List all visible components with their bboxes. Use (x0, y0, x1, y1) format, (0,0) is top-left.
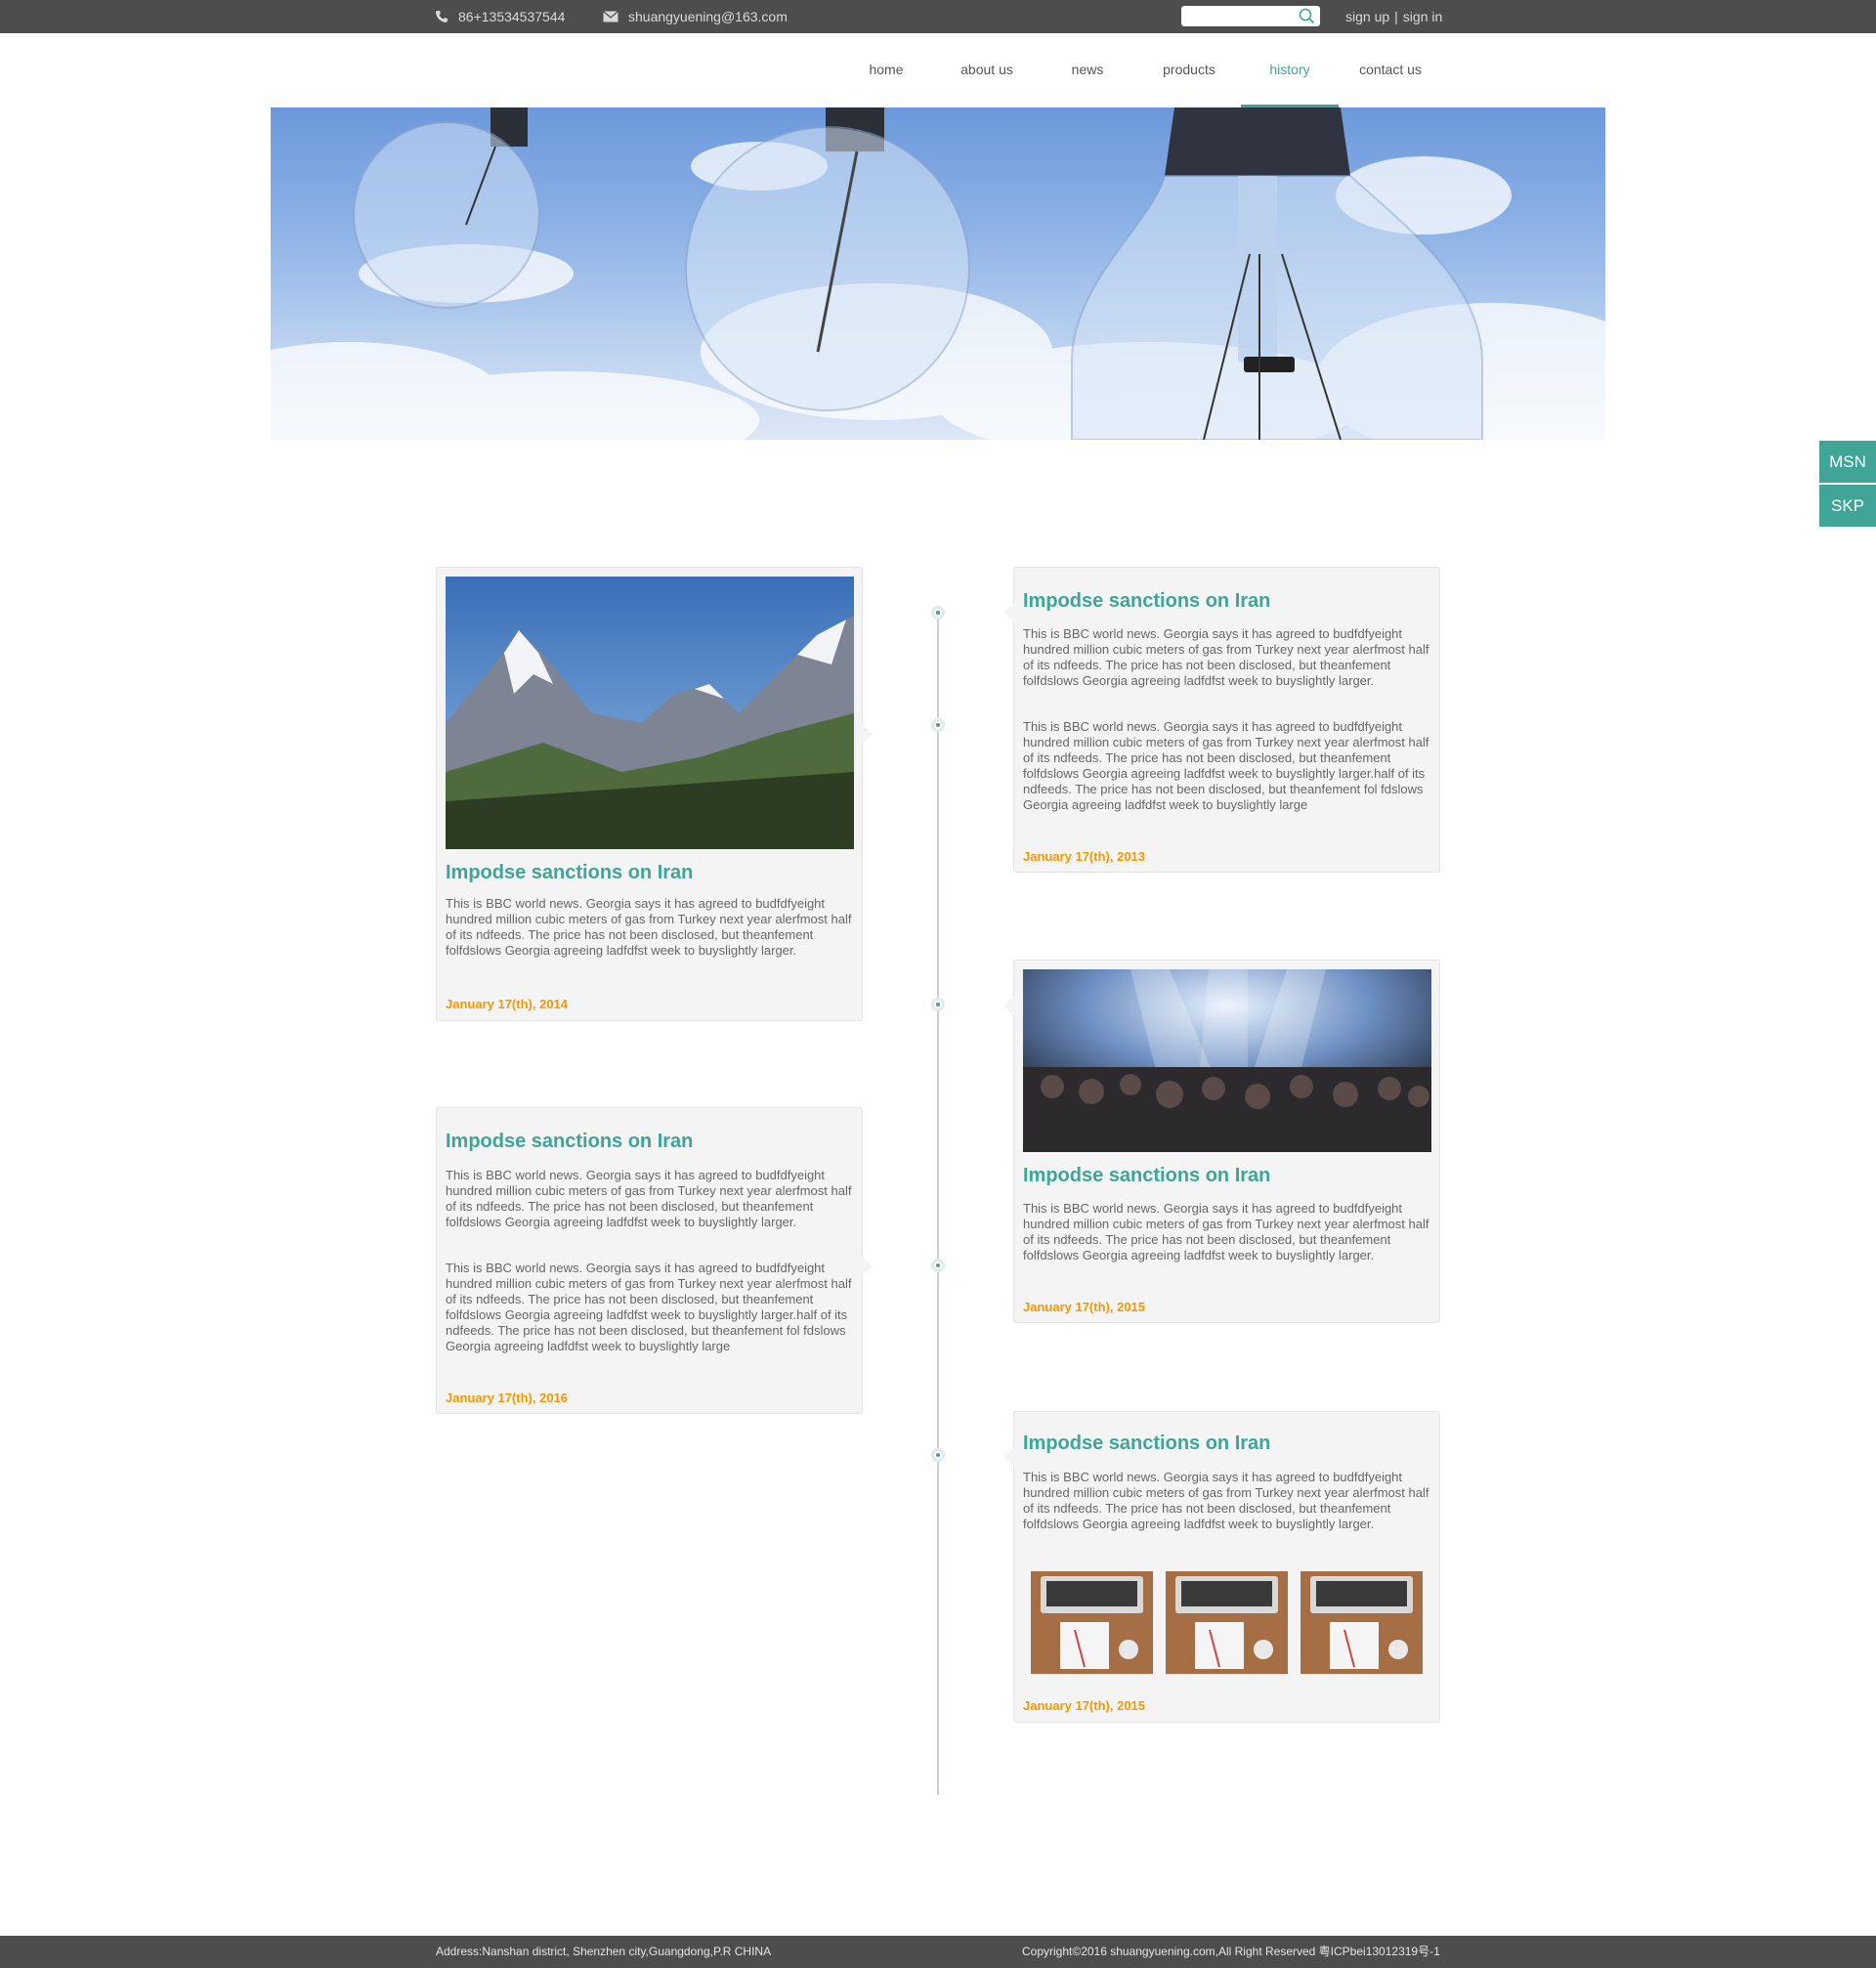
nav-products[interactable]: products (1140, 33, 1238, 107)
timeline-line (937, 613, 939, 1795)
laptop-thumbnail[interactable] (1166, 1571, 1288, 1674)
card-paragraph: This is BBC world news. Georgia says it … (1023, 1470, 1429, 1531)
footer-address: Address:Nanshan district, Shenzhen city,… (436, 1945, 772, 1958)
card-pointer (1003, 603, 1014, 622)
skp-button[interactable]: SKP (1819, 485, 1876, 527)
auth-links: sign up | sign in (1345, 0, 1442, 33)
phone-icon (436, 11, 448, 22)
nav-contact-us[interactable]: contact us (1342, 33, 1439, 107)
card-paragraph: This is BBC world news. Georgia says it … (1023, 626, 1429, 688)
card-pointer (862, 1257, 873, 1276)
search-icon[interactable] (1299, 8, 1315, 24)
nav-history[interactable]: history (1241, 33, 1339, 107)
card-title[interactable]: Impodse sanctions on Iran (1023, 590, 1270, 613)
nav-news[interactable]: news (1039, 33, 1136, 107)
card-paragraph: This is BBC world news. Georgia says it … (1023, 1201, 1429, 1262)
card-date: January 17(th), 2014 (446, 997, 569, 1011)
timeline-card-2014: Impodse sanctions on Iran This is BBC wo… (436, 567, 873, 1021)
card-pointer (1003, 1447, 1014, 1467)
card-paragraph: This is BBC world news. Georgia says it … (446, 896, 852, 958)
nav-about-us[interactable]: about us (938, 33, 1036, 107)
phone-number: 86+13534537544 (458, 9, 566, 24)
card-date: January 17(th), 2016 (446, 1390, 569, 1405)
card-pointer (1003, 996, 1014, 1015)
card-paragraph: This is BBC world news. Georgia says it … (446, 1168, 852, 1229)
msn-button[interactable]: MSN (1819, 441, 1876, 483)
search-input[interactable] (1185, 8, 1297, 26)
timeline-card-2013: Impodse sanctions on Iran This is BBC wo… (1003, 567, 1440, 873)
sign-in-link[interactable]: sign in (1403, 9, 1442, 24)
sign-up-link[interactable]: sign up (1345, 9, 1389, 24)
laptop-thumbnail[interactable] (1300, 1571, 1423, 1674)
timeline-dot (931, 606, 945, 620)
card-date: January 17(th), 2013 (1023, 849, 1146, 864)
timeline-dot (931, 998, 945, 1011)
card-title[interactable]: Impodse sanctions on Iran (1023, 1165, 1270, 1187)
card-date: January 17(th), 2015 (1023, 1300, 1146, 1314)
email-address[interactable]: shuangyuening@163.com (628, 9, 788, 24)
auth-separator: | (1394, 9, 1398, 24)
timeline-dot (931, 1259, 945, 1272)
email-contact: shuangyuening@163.com (603, 0, 788, 33)
timeline-dot (931, 1448, 945, 1462)
footer-copyright: Copyright©2016 shuangyuening.com,All Rig… (1022, 1945, 1440, 1958)
main-nav: home about us news products history cont… (0, 33, 1876, 107)
hero-banner (271, 107, 1605, 440)
timeline-card-2015-gallery: Impodse sanctions on Iran This is BBC wo… (1003, 1411, 1440, 1723)
mountain-image (446, 577, 854, 849)
card-paragraph: This is BBC world news. Georgia says it … (1023, 719, 1429, 812)
timeline-dot (931, 718, 945, 732)
concert-image (1023, 969, 1431, 1152)
footer: Address:Nanshan district, Shenzhen city,… (0, 1936, 1876, 1968)
card-paragraph: This is BBC world news. Georgia says it … (446, 1261, 852, 1353)
mail-icon (603, 11, 618, 22)
timeline-card-2015: Impodse sanctions on Iran This is BBC wo… (1003, 960, 1440, 1323)
card-title[interactable]: Impodse sanctions on Iran (446, 1131, 693, 1153)
card-title[interactable]: Impodse sanctions on Iran (1023, 1433, 1270, 1455)
phone-contact: 86+13534537544 (435, 0, 565, 33)
lightbulb-banner-image (271, 107, 1605, 440)
card-title[interactable]: Impodse sanctions on Iran (446, 862, 693, 884)
top-bar: 86+13534537544 shuangyuening@163.com sig… (0, 0, 1876, 33)
nav-home[interactable]: home (837, 33, 935, 107)
card-date: January 17(th), 2015 (1023, 1698, 1146, 1713)
timeline-card-2016: Impodse sanctions on Iran This is BBC wo… (436, 1107, 873, 1414)
laptop-thumbnail[interactable] (1031, 1571, 1153, 1674)
search-box[interactable] (1181, 6, 1320, 26)
card-pointer (862, 724, 873, 744)
